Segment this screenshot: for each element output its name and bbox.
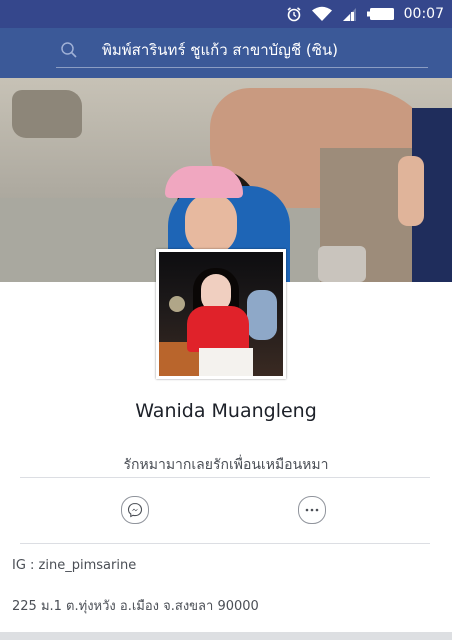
profile-photo-image [159,252,283,376]
signal-icon [342,6,358,22]
address-info: 225 ม.1 ต.ทุ่งหวัง อ.เมือง จ.สงขลา 90000 [12,599,259,614]
more-icon [304,507,320,513]
alarm-icon [286,6,302,22]
status-time: 00:07 [403,6,444,22]
header-bar: พิมพ์สารินทร์ ชูแก้ว สาขาบัญชี (ซิน) [0,28,452,78]
status-bar: 00:07 [0,0,452,28]
bottom-strip [0,632,452,640]
search-icon[interactable] [60,41,78,59]
wifi-icon [311,6,333,22]
messenger-button[interactable] [121,496,149,524]
profile-bio: รักหมามากเลยรักเพื่อนเหมือนหมา [123,457,329,473]
battery-icon [366,7,395,21]
divider [20,543,430,544]
messenger-icon [127,502,143,518]
divider [20,477,430,478]
more-options-button[interactable] [298,496,326,524]
instagram-info: IG : zine_pimsarine [12,558,137,573]
search-query[interactable]: พิมพ์สารินทร์ ชูแก้ว สาขาบัญชี (ซิน) [102,38,338,62]
profile-picture[interactable] [156,249,286,379]
profile-name: Wanida Muangleng [135,400,317,422]
search-field[interactable]: พิมพ์สารินทร์ ชูแก้ว สาขาบัญชี (ซิน) [56,33,428,68]
